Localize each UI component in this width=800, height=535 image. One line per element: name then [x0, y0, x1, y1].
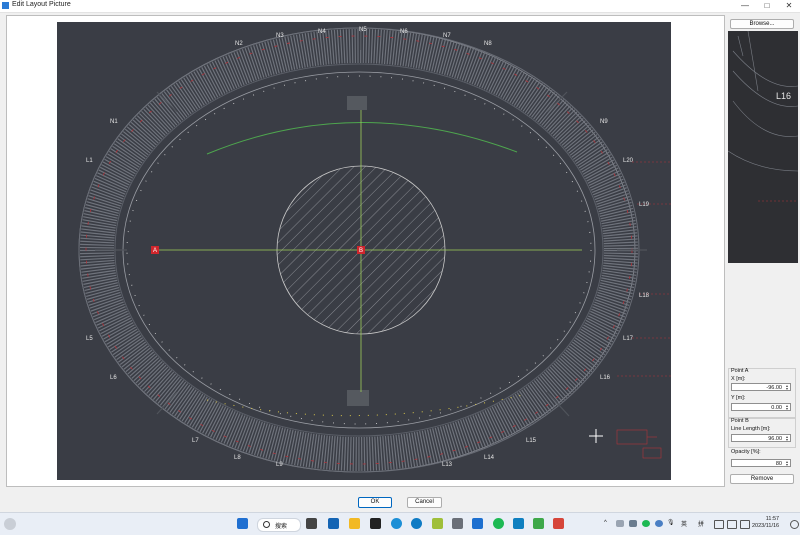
line-length-label: Line Length [m]: — [731, 426, 771, 432]
section-label: L16 — [600, 375, 611, 381]
clock-date: 2023/11/16 — [752, 523, 780, 529]
section-label: N3 — [276, 33, 284, 39]
section-label: L17 — [623, 336, 634, 342]
widgets-icon[interactable] — [4, 518, 16, 530]
system-clock[interactable]: 11:57 2023/11/16 — [752, 516, 779, 530]
app-icon-c-red[interactable] — [553, 518, 564, 529]
volume-icon[interactable] — [740, 520, 750, 529]
svg-text:A: A — [153, 248, 157, 254]
section-label: N5 — [359, 27, 367, 33]
cloud-icon[interactable] — [616, 520, 624, 527]
taskbar-search[interactable]: 搜索 — [257, 518, 301, 532]
spotify-tray-icon[interactable] — [642, 520, 650, 527]
point-b-title: Point B — [731, 418, 749, 424]
close-button[interactable]: ✕ — [778, 0, 800, 12]
remove-button[interactable]: Remove — [730, 474, 794, 484]
app-icon-green[interactable] — [432, 518, 443, 529]
section-label: L20 — [623, 158, 634, 164]
onedrive-icon[interactable] — [629, 520, 637, 527]
app-icon-blue[interactable] — [472, 518, 483, 529]
spinner-arrows-icon[interactable]: ▴ ▾ — [784, 435, 790, 442]
line-length-input[interactable]: 96.00 ▴ ▾ — [731, 434, 791, 442]
section-label: N1 — [110, 119, 118, 125]
section-label: L7 — [192, 438, 199, 444]
section-label: L15 — [526, 438, 537, 444]
minimize-button[interactable]: — — [734, 0, 756, 12]
section-label: N8 — [484, 41, 492, 47]
language-indicator[interactable]: 英 — [681, 519, 687, 528]
ok-button[interactable]: OK — [358, 497, 392, 508]
section-label: N9 — [600, 119, 608, 125]
point-b-marker[interactable]: B — [357, 246, 365, 254]
spinner-arrows-icon[interactable]: ▴ ▾ — [784, 460, 790, 467]
window-title: Edit Layout Picture — [12, 1, 71, 8]
tray-chevron-icon[interactable]: ^ — [604, 520, 607, 526]
ime-indicator[interactable]: 拼 — [698, 519, 704, 528]
app-icon — [2, 2, 9, 9]
section-label: L13 — [442, 462, 453, 468]
section-label: N7 — [443, 33, 451, 39]
point-a-x-input[interactable]: -96.00 ▴ ▾ — [731, 383, 791, 391]
point-a-x-label: X [m]: — [731, 376, 746, 382]
svg-text:B: B — [359, 248, 363, 254]
microphone-icon[interactable]: 🎙 — [667, 519, 675, 526]
title-bar: Edit Layout Picture — □ ✕ — [0, 0, 800, 13]
point-a-title: Point A — [731, 368, 749, 374]
tray-app-icon[interactable] — [655, 520, 663, 527]
browse-button[interactable]: Browse... — [730, 19, 794, 29]
point-a-y-input[interactable]: 0.00 ▴ ▾ — [731, 403, 791, 411]
section-label: L9 — [276, 462, 283, 468]
calculator-icon[interactable] — [452, 518, 463, 529]
terminal-icon[interactable] — [370, 518, 381, 529]
notification-icon[interactable] — [790, 520, 799, 529]
maximize-button[interactable]: □ — [756, 0, 778, 12]
clock-time: 11:57 — [765, 516, 780, 522]
file-explorer-icon[interactable] — [349, 518, 360, 529]
section-label: L6 — [110, 375, 117, 381]
layout-preview-thumbnail: L16 — [728, 31, 798, 263]
cancel-button[interactable]: Cancel — [407, 497, 442, 508]
stadium-layout-picture[interactable]: N2 N3 N4 N5 N6 N7 N8 N1 L1 L5 L6 N9 L20 … — [57, 22, 671, 480]
app-icon-c-green[interactable] — [533, 518, 544, 529]
point-a-marker[interactable]: A — [151, 246, 159, 254]
section-label: L1 — [86, 158, 93, 164]
section-label: N4 — [318, 29, 326, 35]
section-label: L18 — [639, 293, 650, 299]
task-view-icon[interactable] — [306, 518, 317, 529]
spinner-arrows-icon[interactable]: ▴ ▾ — [784, 404, 790, 411]
layout-app-icon[interactable] — [513, 518, 524, 529]
browser-icon[interactable] — [391, 518, 402, 529]
point-a-y-label: Y [m]: — [731, 395, 746, 401]
opacity-input[interactable]: 80 ▴ ▾ — [731, 459, 791, 467]
spotify-icon[interactable] — [493, 518, 504, 529]
section-label: L5 — [86, 336, 93, 342]
opacity-label: Opacity [%]: — [731, 449, 761, 455]
windows-start-icon[interactable] — [237, 518, 248, 529]
edge-icon[interactable] — [411, 518, 422, 529]
network-icon[interactable] — [727, 520, 737, 529]
section-label: L14 — [484, 455, 495, 461]
spinner-arrows-icon[interactable]: ▴ ▾ — [784, 384, 790, 391]
section-label: L8 — [234, 455, 241, 461]
keyboard-icon[interactable] — [714, 520, 724, 529]
taskbar: 搜索 ^ 🎙 英 拼 11:57 2023/11/16 — [0, 512, 800, 535]
section-label: N2 — [235, 41, 243, 47]
section-label: N6 — [400, 29, 408, 35]
search-icon — [263, 521, 270, 528]
outlook-icon[interactable] — [328, 518, 339, 529]
section-label: L19 — [639, 202, 650, 208]
preview-section-label: L16 — [776, 91, 792, 101]
